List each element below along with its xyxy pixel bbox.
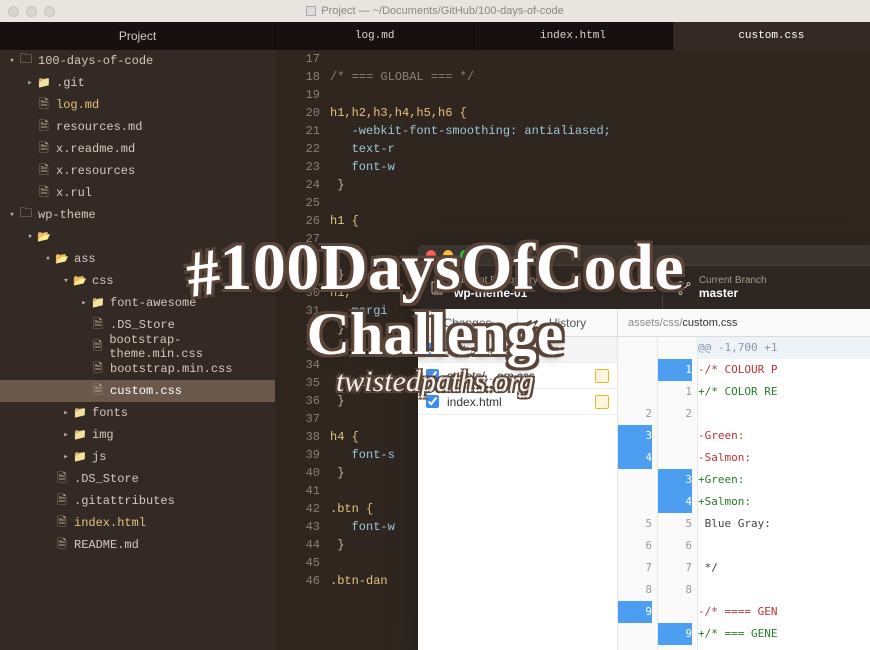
folder-icon — [72, 406, 88, 420]
changes-header: 2 changed files — [418, 337, 617, 363]
file-checkbox[interactable] — [426, 395, 439, 408]
folder-icon — [54, 252, 70, 266]
sidebar-header: Project — [0, 22, 275, 50]
folder-ass[interactable]: ▾ass — [0, 248, 275, 270]
repo-icon — [430, 280, 446, 296]
file-icon — [54, 513, 70, 534]
file-README-md[interactable]: README.md — [0, 534, 275, 556]
minimize-window-icon[interactable] — [26, 6, 37, 17]
git-subbar: ChangesHistory assets/css/custom.css — [418, 309, 870, 337]
tab-index-html[interactable]: index.html — [473, 22, 671, 50]
file-icon — [36, 117, 52, 138]
file-icon — [90, 315, 106, 336]
folder-js[interactable]: ▸js — [0, 446, 275, 468]
diff-file-path: assets/css/custom.css — [618, 309, 870, 336]
modified-badge-icon — [595, 395, 609, 409]
folder-img[interactable]: ▸img — [0, 424, 275, 446]
branch-icon — [675, 280, 691, 296]
project-root[interactable]: ▾wp-theme — [0, 204, 275, 226]
project-root[interactable]: ▾100-days-of-code — [0, 50, 275, 72]
folder-icon — [72, 274, 88, 288]
file-checkbox[interactable] — [426, 369, 439, 382]
repo-selector[interactable]: Current Repository wp-theme-01 ▼ — [418, 266, 663, 309]
file-custom-css[interactable]: custom.css — [0, 380, 275, 402]
changed-file[interactable]: assets/…om.css — [418, 363, 617, 389]
file-icon — [54, 491, 70, 512]
chevron-down-icon: ▼ — [641, 283, 650, 293]
close-window-icon[interactable] — [8, 6, 19, 17]
window-titlebar: Project — ~/Documents/GitHub/100-days-of… — [0, 0, 870, 22]
document-icon — [306, 6, 316, 16]
file-icon — [54, 535, 70, 556]
folder-icon — [72, 428, 88, 442]
diff-view[interactable]: 234567891011121314 11234567891011 @@ -1,… — [618, 337, 870, 650]
folder-font-awesome[interactable]: ▸font-awesome — [0, 292, 275, 314]
file-icon — [36, 183, 52, 204]
zoom-icon[interactable] — [460, 250, 470, 260]
changed-file[interactable]: index.html — [418, 389, 617, 415]
branch-label: Current Branch — [699, 275, 767, 286]
git-titlebar — [418, 245, 870, 265]
file-bootstrap-theme-min-css[interactable]: bootstrap-theme.min.css — [0, 336, 275, 358]
file-resources-md[interactable]: resources.md — [0, 116, 275, 138]
zoom-window-icon[interactable] — [44, 6, 55, 17]
tab-log-md[interactable]: log.md — [275, 22, 473, 50]
file-icon — [90, 381, 106, 402]
window-title: Project — ~/Documents/GitHub/100-days-of… — [321, 5, 563, 17]
folder-unnamed[interactable]: ▾ — [0, 226, 275, 248]
select-all-checkbox[interactable] — [426, 343, 439, 356]
file-icon — [36, 95, 52, 116]
file-icon — [36, 161, 52, 182]
file-x-rul[interactable]: x.rul — [0, 182, 275, 204]
folder-css[interactable]: ▾css — [0, 270, 275, 292]
repo-icon — [18, 204, 34, 226]
project-header: Project log.mdindex.htmlcustom.css — [0, 22, 870, 50]
changes-list[interactable]: 2 changed files assets/…om.css index.htm… — [418, 337, 618, 650]
file-icon — [36, 139, 52, 160]
folder-icon — [36, 76, 52, 90]
file-icon — [54, 469, 70, 490]
git-header: Current Repository wp-theme-01 ▼ Current… — [418, 265, 870, 309]
close-icon[interactable] — [426, 250, 436, 260]
folder-icon — [90, 296, 106, 310]
repo-value: wp-theme-01 — [454, 286, 527, 300]
file-bootstrap-min-css[interactable]: bootstrap.min.css — [0, 358, 275, 380]
tab-custom-css[interactable]: custom.css — [672, 22, 870, 50]
git-panel[interactable]: Current Repository wp-theme-01 ▼ Current… — [418, 245, 870, 650]
folder-icon — [36, 230, 52, 244]
subtab-history[interactable]: History — [518, 309, 618, 336]
repo-label: Current Repository — [454, 275, 538, 286]
file--gitattributes[interactable]: .gitattributes — [0, 490, 275, 512]
tab-bar: log.mdindex.htmlcustom.css — [275, 22, 870, 50]
modified-badge-icon — [595, 369, 609, 383]
line-gutter: 1718192021222324252627282930313233343536… — [275, 50, 330, 650]
folder-icon — [72, 450, 88, 464]
file--DS_Store[interactable]: .DS_Store — [0, 468, 275, 490]
file-index-html[interactable]: index.html — [0, 512, 275, 534]
minimize-icon[interactable] — [443, 250, 453, 260]
branch-selector[interactable]: Current Branch master — [663, 266, 870, 309]
folder-fonts[interactable]: ▸fonts — [0, 402, 275, 424]
traffic-lights — [8, 6, 55, 17]
diff-gutter-new: 11234567891011 — [658, 337, 698, 650]
folder--git[interactable]: ▸.git — [0, 72, 275, 94]
file-icon — [90, 359, 106, 380]
file-x-readme-md[interactable]: x.readme.md — [0, 138, 275, 160]
file-tree[interactable]: ▾100-days-of-code▸.gitlog.mdresources.md… — [0, 50, 275, 650]
subtab-changes[interactable]: Changes — [418, 309, 518, 336]
repo-icon — [18, 50, 34, 72]
diff-gutter-old: 234567891011121314 — [618, 337, 658, 650]
file-x-resources[interactable]: x.resources — [0, 160, 275, 182]
file-icon — [90, 337, 106, 358]
file-log-md[interactable]: log.md — [0, 94, 275, 116]
diff-body: @@ -1,700 +1-/* COLOUR P+/* COLOR RE-Gre… — [698, 337, 870, 650]
branch-value: master — [699, 286, 738, 300]
